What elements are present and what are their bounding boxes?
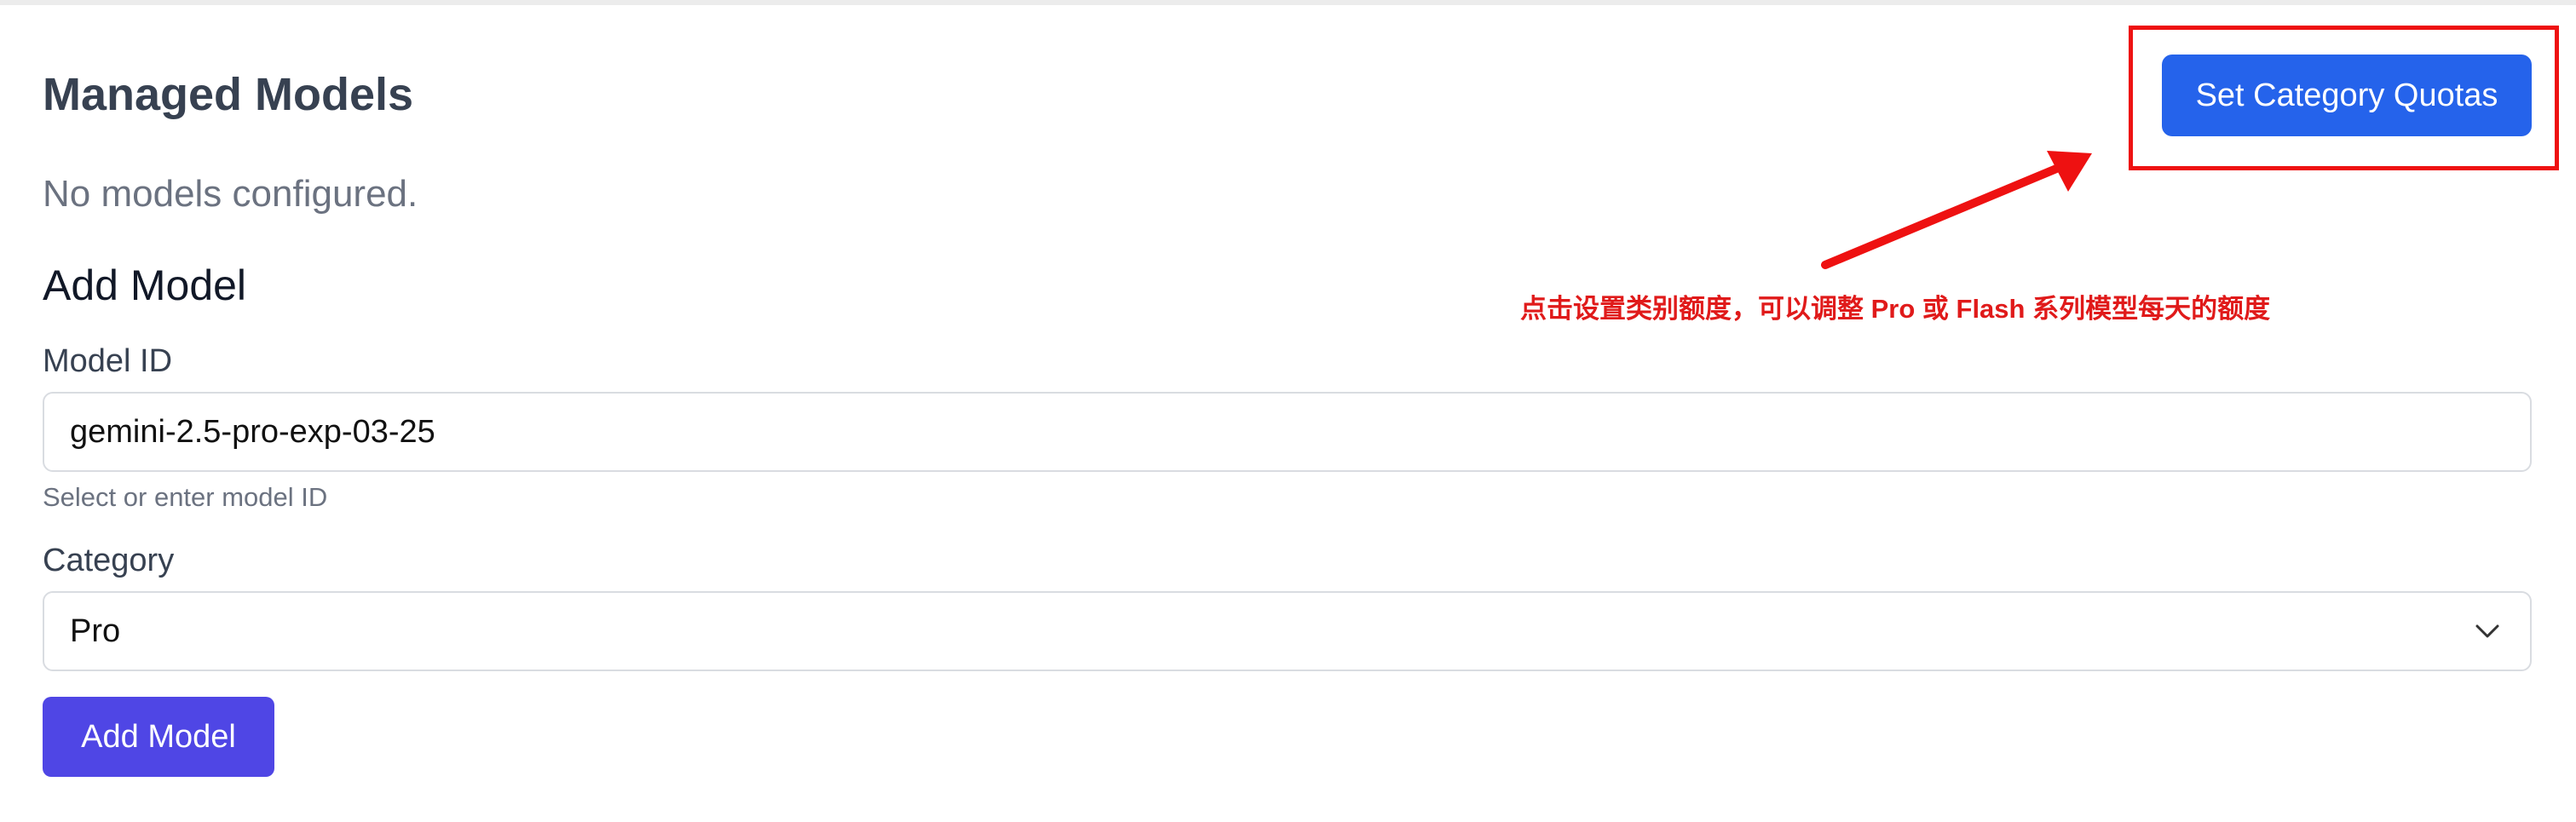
model-id-hint: Select or enter model ID	[43, 482, 328, 512]
model-id-label: Model ID	[43, 343, 173, 379]
empty-models-message: No models configured.	[43, 173, 418, 215]
chevron-down-icon	[2470, 614, 2504, 648]
model-id-value: gemini-2.5-pro-exp-03-25	[70, 413, 435, 450]
page-title: Managed Models	[43, 69, 414, 120]
top-divider	[0, 0, 2576, 5]
add-model-button[interactable]: Add Model	[43, 697, 274, 777]
category-label: Category	[43, 543, 175, 578]
category-selected-value: Pro	[70, 612, 121, 649]
annotation-arrow-icon	[1821, 151, 2092, 269]
annotation-text: 点击设置类别额度，可以调整 Pro 或 Flash 系列模型每天的额度	[1520, 294, 2271, 324]
add-model-heading: Add Model	[43, 262, 247, 309]
model-id-input[interactable]: gemini-2.5-pro-exp-03-25	[43, 392, 2532, 472]
set-category-quotas-button[interactable]: Set Category Quotas	[2162, 55, 2532, 136]
category-select[interactable]: Pro	[43, 591, 2532, 671]
managed-models-page: Managed Models Set Category Quotas 点击设置类…	[0, 0, 2576, 822]
